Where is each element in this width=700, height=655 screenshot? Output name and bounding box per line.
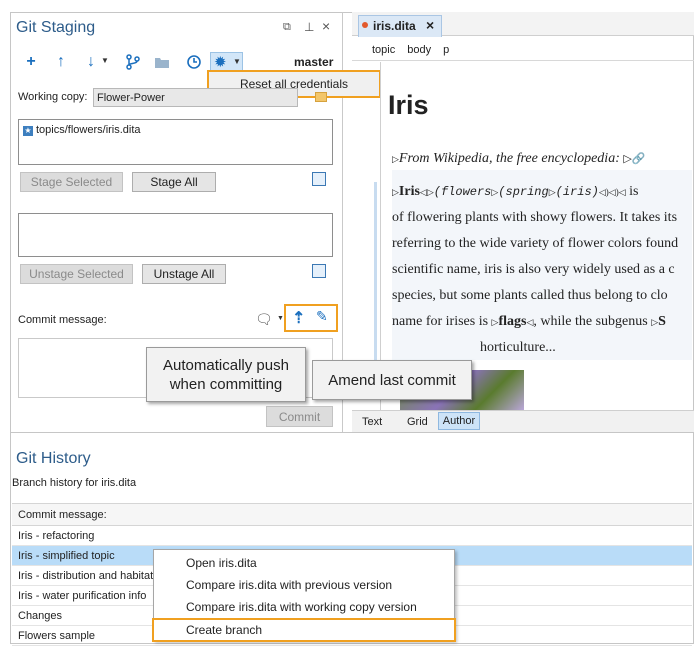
history-row-1-text: Iris - simplified topic [18,549,115,562]
term-flowers: (flowers [433,185,492,199]
paragraph-line-3: referring to the wide variety of flower … [392,236,679,251]
editor-gutter [380,62,381,410]
unstage-selected-button[interactable]: Unstage Selected [20,264,133,284]
unstaged-files-list[interactable]: ★ topics/flowers/iris.dita [18,119,333,165]
push-icon[interactable]: ↑ [52,53,70,71]
unstage-all-button[interactable]: Unstage All [142,264,226,284]
term-spring: (spring [498,185,549,199]
breadcrumb: topic body p [372,44,449,56]
term-iris: Iris [398,184,420,199]
breadcrumb-body[interactable]: body [407,44,431,56]
history-header: Commit message: [12,504,692,526]
irises-text: name for irises is [392,314,489,329]
tree-view-icon[interactable] [312,172,326,186]
paragraph-line-1: ▷Iris◁▷(flowers▷(spring▷(iris)◁)◁)◁ is [392,184,639,199]
breadcrumb-p[interactable]: p [443,44,449,56]
history-icon[interactable] [185,53,203,71]
tree-view-icon-2[interactable] [312,264,326,278]
working-copy-label: Working copy: [18,91,88,103]
working-copy-value: Flower-Power [97,91,165,104]
unstaged-file-item[interactable]: topics/flowers/iris.dita [36,124,141,136]
working-copy-select[interactable]: Flower-Power [93,88,298,107]
browse-folder-icon[interactable] [315,92,327,102]
history-row-3-text: Iris - water purification info [18,589,147,602]
editor-tab-label: iris.dita [373,19,416,33]
mode-tab-bar [352,410,694,432]
tooltip-auto-push: Automatically push when committing [146,347,306,402]
history-row-2-text: Iris - distribution and habitat [18,569,154,582]
settings-button[interactable]: ✹ ▼ [210,52,243,72]
subgenus-text: , while the subgenus [533,314,648,329]
term-s: S [658,314,666,329]
history-row-5-text: Flowers sample [18,629,96,642]
modified-dot-icon [362,22,368,28]
branch-icon[interactable] [124,53,142,71]
history-row-4-text: Changes [18,609,63,622]
gear-icon: ✹ [214,54,227,71]
paragraph-line-5: species, but some plants called thus bel… [392,288,668,303]
previous-messages-icon[interactable]: 🗨 [255,311,273,328]
selection-bar [374,182,377,360]
editor-tab[interactable]: iris.dita × [358,15,442,37]
mode-tab-author[interactable]: Author [438,412,480,430]
menu-open-file[interactable]: Open iris.dita [154,552,454,574]
auto-push-icon[interactable]: ⇡ [292,308,305,328]
topic-heading: Iris [388,90,429,120]
history-title: Git History [16,450,91,467]
mode-tab-grid[interactable]: Grid [407,416,428,428]
shortdesc: ▷From Wikipedia, the free encyclopedia: … [392,151,646,167]
breadcrumb-topic[interactable]: topic [372,44,395,56]
stage-all-button[interactable]: Stage All [132,172,216,192]
term-iris-code: (iris) [555,185,599,199]
folder-icon[interactable] [153,53,171,71]
branch-name: master [294,55,334,69]
close-icon[interactable]: × [322,18,330,34]
history-row-0[interactable]: Iris - refactoring [12,526,692,546]
menu-compare-working-copy[interactable]: Compare iris.dita with working copy vers… [154,596,454,618]
tab-close-icon[interactable]: × [426,17,434,33]
shortdesc-text: From Wikipedia, the free encyclopedia: [398,151,620,166]
staged-files-list[interactable] [18,213,333,257]
commit-message-column[interactable]: Commit message: [18,509,107,521]
history-subtitle: Branch history for iris.dita [12,477,137,489]
menu-create-branch[interactable]: Create branch [152,618,456,642]
term-flags: flags [498,314,527,329]
dita-file-icon: ★ [23,126,33,136]
paragraph-line-6: name for irises is ▷flags◁, while the su… [392,314,666,329]
tag-marker-icon: ▷ [392,154,399,164]
breadcrumb-divider [352,60,694,61]
pull-dropdown-icon[interactable]: ▼ [101,56,109,65]
paragraph-line-4: scientific name, iris is also very widel… [392,262,675,277]
messages-dropdown-icon[interactable]: ▼ [277,315,284,322]
git-staging-panel: Git Staging ⧉ ⊥ × + ↑ ↓ ▼ ✹ ▼ master Res… [10,12,472,432]
staging-title: Git Staging [16,19,96,36]
history-row-0-text: Iris - refactoring [18,529,95,542]
tooltip-amend: Amend last commit [312,360,472,400]
is-text: is [629,184,639,199]
pull-icon[interactable]: ↓ [82,53,100,71]
amend-icon[interactable]: ✎ [316,308,328,325]
restore-icon[interactable]: ⧉ [283,21,291,34]
commit-message-label: Commit message: [18,314,107,326]
paragraph-line-2: of flowering plants with showy flowers. … [392,210,678,225]
add-icon[interactable]: + [22,53,40,71]
settings-dropdown-icon: ▼ [233,57,241,66]
mode-tab-text[interactable]: Text [362,416,382,428]
paragraph-line-7: horticulture... [480,340,556,355]
pin-icon[interactable]: ⊥ [304,20,314,34]
commit-button[interactable]: Commit [266,406,333,427]
menu-compare-previous[interactable]: Compare iris.dita with previous version [154,574,454,596]
stage-selected-button[interactable]: Stage Selected [20,172,123,192]
link-icon[interactable]: ▷🔗 [623,153,645,165]
